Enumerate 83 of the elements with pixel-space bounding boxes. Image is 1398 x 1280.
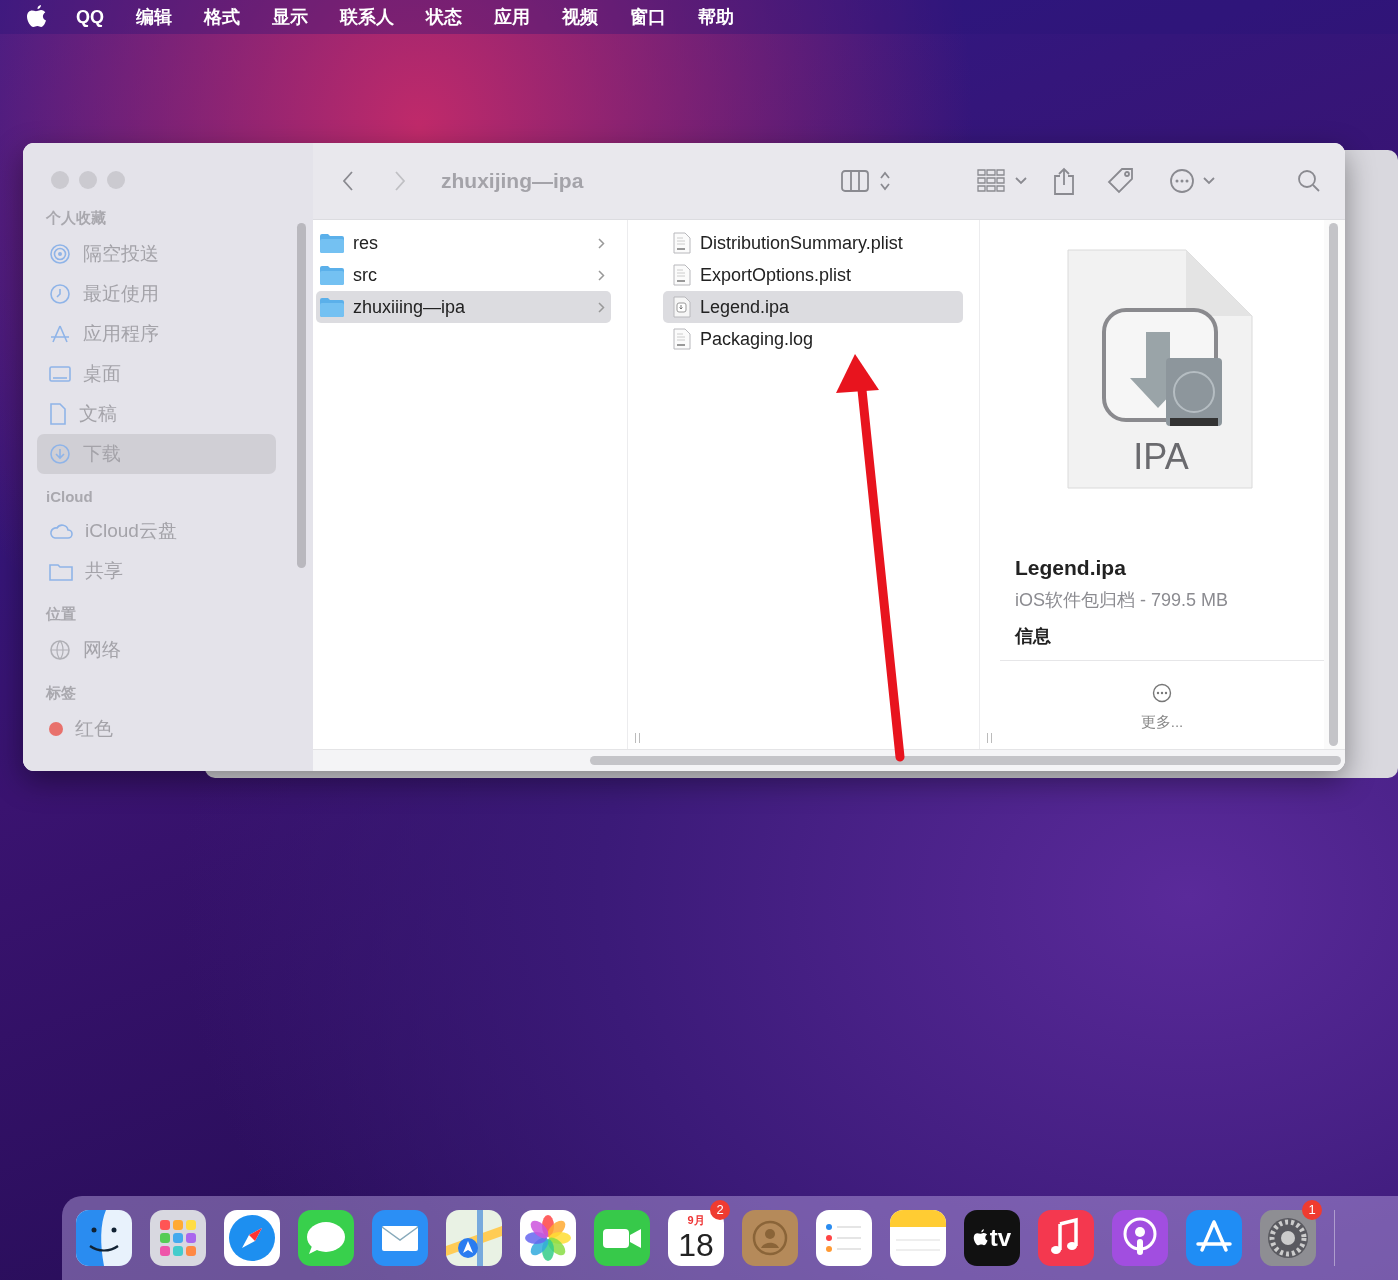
calendar-month: 9月 — [687, 1213, 705, 1228]
menu-item[interactable]: 编辑 — [120, 5, 188, 29]
checklist-icon[interactable] — [816, 1210, 872, 1266]
menu-item[interactable]: 显示 — [256, 5, 324, 29]
apple-icon[interactable] — [26, 5, 48, 29]
caret-icon[interactable] — [1203, 177, 1216, 185]
search-icon[interactable] — [1297, 169, 1322, 193]
file-type-label: IPA — [1132, 436, 1190, 478]
caret-icon[interactable] — [1015, 177, 1028, 185]
notification-badge: 2 — [710, 1200, 730, 1220]
speech-bubble-icon[interactable] — [298, 1210, 354, 1266]
file-row[interactable]: src — [316, 259, 612, 291]
globe-icon — [49, 639, 71, 661]
document-icon — [673, 264, 691, 286]
scrollbar[interactable] — [590, 756, 1341, 765]
apps-icon — [49, 323, 71, 345]
menu-item[interactable]: 帮助 — [682, 5, 750, 29]
tv-app-icon[interactable]: tv — [964, 1210, 1020, 1266]
file-row[interactable]: Legend.ipa — [663, 291, 964, 323]
envelope-icon[interactable] — [372, 1210, 428, 1266]
app-menu[interactable]: QQ — [60, 6, 120, 28]
more-icon[interactable] — [1152, 683, 1172, 703]
file-row[interactable]: res — [316, 227, 612, 259]
app-grid-icon[interactable] — [150, 1210, 206, 1266]
resize-handle-icon[interactable] — [634, 733, 642, 743]
columns-view-icon[interactable] — [841, 170, 870, 192]
contacts-book-icon[interactable] — [742, 1210, 798, 1266]
menu-item[interactable]: 视频 — [546, 5, 614, 29]
smiling-face-icon[interactable] — [76, 1210, 132, 1266]
resize-handle-icon[interactable] — [986, 733, 994, 743]
letter-a-icon[interactable] — [1186, 1210, 1242, 1266]
shared-folder-icon — [49, 561, 73, 581]
notification-badge: 1 — [1302, 1200, 1322, 1220]
package-file-icon — [673, 296, 691, 318]
file-row[interactable]: zhuxiiing—ipa — [316, 291, 612, 323]
download-icon — [49, 443, 71, 465]
clock-icon — [49, 283, 71, 305]
menu-item[interactable]: 应用 — [478, 5, 546, 29]
document-icon — [49, 403, 67, 425]
flower-icon[interactable] — [520, 1210, 576, 1266]
tag-icon[interactable] — [1107, 167, 1136, 195]
more-icon[interactable] — [1169, 168, 1196, 194]
window-title: zhuxijing—ipa — [441, 169, 584, 193]
chevron-icon — [598, 237, 606, 249]
scrollbar[interactable] — [1329, 223, 1339, 746]
video-camera-icon[interactable] — [594, 1210, 650, 1266]
menu-item[interactable]: 格式 — [188, 5, 256, 29]
menu-item[interactable]: 状态 — [410, 5, 478, 29]
sort-arrows-icon[interactable] — [879, 170, 892, 192]
sidebar-heading: 标签 — [44, 683, 77, 703]
calendar-day: 18 — [678, 1228, 714, 1262]
compass-icon[interactable] — [224, 1210, 280, 1266]
chevron-icon — [598, 269, 606, 281]
file-name: Legend.ipa — [1015, 556, 1127, 580]
back-icon[interactable] — [341, 170, 355, 192]
menu-item[interactable]: 窗口 — [614, 5, 682, 29]
file-row[interactable]: ExportOptions.plist — [663, 259, 964, 291]
airdrop-icon — [49, 243, 71, 265]
folder-icon — [320, 233, 344, 253]
document-icon — [673, 328, 691, 350]
grid-icon[interactable] — [977, 169, 1006, 193]
music-note-icon[interactable] — [1038, 1210, 1094, 1266]
menu-item[interactable]: 联系人 — [324, 5, 410, 29]
sidebar-heading: 位置 — [44, 604, 77, 624]
file-row[interactable]: DistributionSummary.plist — [663, 227, 964, 259]
section-heading: 信息 — [1015, 625, 1052, 648]
monitor-icon — [49, 365, 71, 383]
file-info: iOS软件包归档 - 799.5 MB — [1015, 589, 1230, 612]
sidebar-heading: 个人收藏 — [45, 208, 107, 228]
folder-icon — [320, 297, 344, 317]
more-link[interactable]: 更多... — [1140, 713, 1184, 732]
chevron-icon — [598, 301, 606, 313]
folder-icon — [320, 265, 344, 285]
cloud-icon — [49, 522, 73, 540]
notepad-icon[interactable] — [890, 1210, 946, 1266]
map-icon[interactable] — [446, 1210, 502, 1266]
file-row[interactable]: Packaging.log — [663, 323, 964, 355]
document-icon — [673, 232, 691, 254]
forward-icon[interactable] — [393, 170, 407, 192]
scrollbar[interactable] — [297, 223, 306, 568]
share-icon[interactable] — [1053, 167, 1076, 195]
sidebar-heading: iCloud — [45, 487, 94, 507]
podcast-icon[interactable] — [1112, 1210, 1168, 1266]
